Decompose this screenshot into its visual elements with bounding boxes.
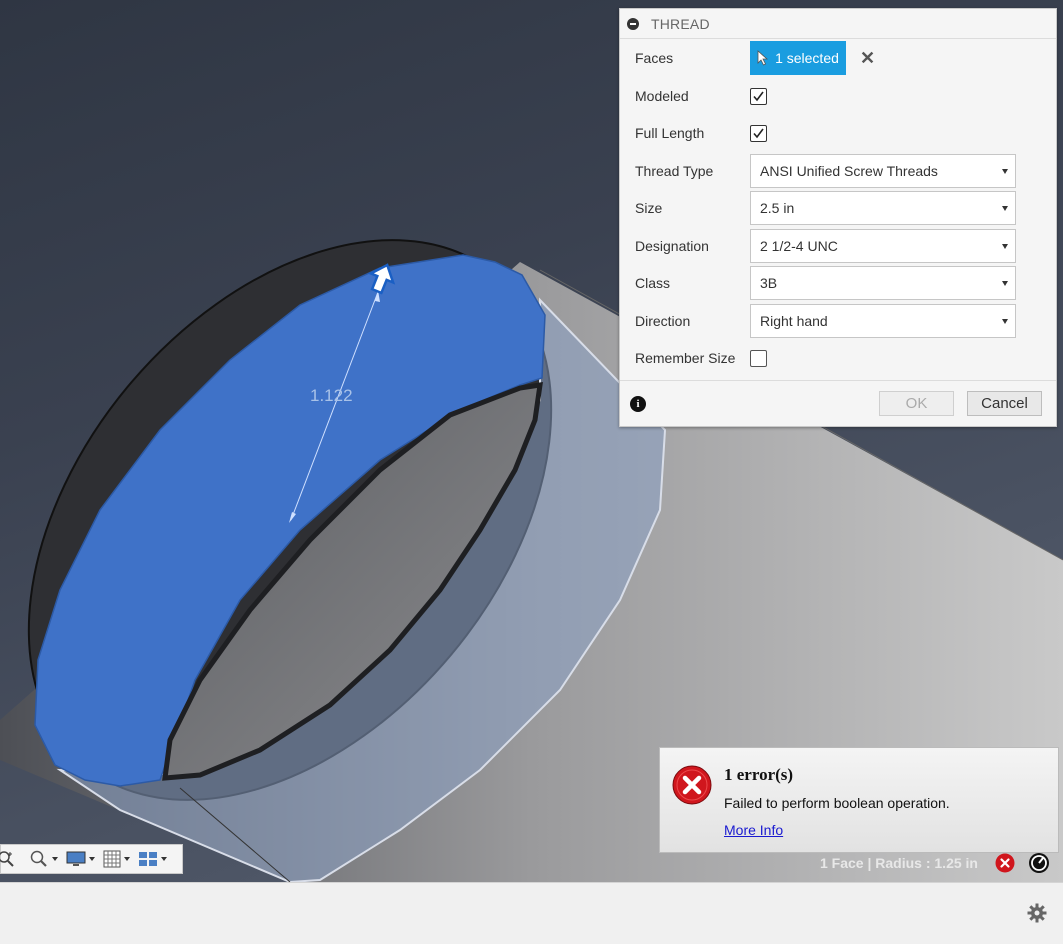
class-dropdown[interactable]: 3B bbox=[750, 266, 1016, 300]
chevron-down-icon bbox=[1002, 244, 1008, 249]
magnifier-icon bbox=[30, 850, 47, 867]
more-info-link[interactable]: More Info bbox=[724, 822, 783, 838]
checkmark-icon bbox=[753, 128, 764, 138]
direction-value: Right hand bbox=[760, 313, 828, 329]
size-value: 2.5 in bbox=[760, 200, 795, 216]
error-icon bbox=[672, 765, 712, 805]
designation-row: Designation 2 1/2-4 UNC bbox=[635, 229, 1056, 263]
grid-settings-tool[interactable] bbox=[103, 850, 130, 868]
selection-status: 1 Face | Radius : 1.25 in bbox=[820, 855, 978, 871]
size-dropdown[interactable]: 2.5 in bbox=[750, 191, 1016, 225]
modeled-checkbox[interactable] bbox=[750, 87, 767, 105]
navigation-toolbar bbox=[0, 844, 183, 874]
remember-size-label: Remember Size bbox=[635, 350, 736, 366]
grid-icon bbox=[103, 850, 121, 868]
viewports-icon bbox=[139, 852, 157, 866]
gear-icon[interactable] bbox=[1027, 903, 1047, 923]
full-length-checkbox[interactable] bbox=[750, 124, 767, 142]
size-label: Size bbox=[635, 200, 663, 216]
direction-dropdown[interactable]: Right hand bbox=[750, 304, 1016, 338]
dimension-label[interactable]: 1.122 bbox=[310, 386, 353, 406]
performance-gauge-icon[interactable] bbox=[1028, 852, 1050, 874]
error-status-icon[interactable] bbox=[995, 853, 1015, 873]
ok-button[interactable]: OK bbox=[879, 391, 954, 416]
modeled-label: Modeled bbox=[635, 88, 689, 104]
dialog-title: THREAD bbox=[651, 15, 710, 32]
thread-type-value: ANSI Unified Screw Threads bbox=[760, 163, 938, 179]
zoom-fit-tool[interactable] bbox=[0, 850, 15, 868]
chevron-down-icon bbox=[161, 857, 167, 861]
viewports-tool[interactable] bbox=[138, 850, 167, 868]
cancel-button[interactable]: Cancel bbox=[967, 391, 1042, 416]
chevron-down-icon bbox=[1002, 206, 1008, 211]
thread-type-dropdown[interactable]: ANSI Unified Screw Threads bbox=[750, 154, 1016, 188]
info-icon[interactable]: i bbox=[630, 396, 646, 412]
error-notification: 1 error(s) Failed to perform boolean ope… bbox=[659, 747, 1059, 853]
display-settings-tool[interactable] bbox=[66, 850, 95, 868]
modeled-row: Modeled bbox=[635, 79, 1056, 113]
faces-row: Faces 1 selected ✕ bbox=[635, 41, 1056, 75]
chevron-down-icon bbox=[1002, 281, 1008, 286]
chevron-down-icon bbox=[1002, 319, 1008, 324]
class-value: 3B bbox=[760, 275, 778, 291]
faces-label: Faces bbox=[635, 50, 674, 66]
chevron-down-icon bbox=[1002, 169, 1008, 174]
checkmark-icon bbox=[753, 91, 764, 101]
remember-size-row: Remember Size bbox=[635, 341, 1056, 375]
remember-size-checkbox[interactable] bbox=[750, 349, 767, 367]
faces-selection-text: 1 selected bbox=[775, 50, 839, 66]
chevron-down-icon bbox=[124, 857, 130, 861]
thread-type-row: Thread Type ANSI Unified Screw Threads bbox=[635, 154, 1056, 188]
monitor-icon bbox=[66, 851, 86, 866]
dialog-header[interactable]: THREAD bbox=[620, 9, 1056, 39]
error-title: 1 error(s) bbox=[724, 765, 794, 784]
dialog-footer: i OK Cancel bbox=[620, 380, 1056, 426]
clear-selection-icon[interactable]: ✕ bbox=[860, 49, 875, 67]
zoom-tool[interactable] bbox=[29, 850, 58, 868]
designation-dropdown[interactable]: 2 1/2-4 UNC bbox=[750, 229, 1016, 263]
cursor-icon bbox=[757, 50, 769, 66]
chevron-down-icon bbox=[89, 857, 95, 861]
size-row: Size 2.5 in bbox=[635, 191, 1056, 225]
thread-dialog: THREAD Faces 1 selected ✕ Modeled Full L… bbox=[619, 8, 1057, 427]
direction-label: Direction bbox=[635, 313, 691, 329]
full-length-label: Full Length bbox=[635, 125, 705, 141]
error-message: Failed to perform boolean operation. bbox=[724, 795, 950, 811]
collapse-icon[interactable] bbox=[627, 17, 639, 30]
faces-selection-button[interactable]: 1 selected bbox=[750, 41, 846, 75]
class-label: Class bbox=[635, 275, 671, 291]
zoom-window-icon bbox=[0, 851, 14, 867]
designation-value: 2 1/2-4 UNC bbox=[760, 238, 838, 254]
full-length-row: Full Length bbox=[635, 116, 1056, 150]
thread-type-label: Thread Type bbox=[635, 163, 714, 179]
chevron-down-icon bbox=[52, 857, 58, 861]
direction-row: Direction Right hand bbox=[635, 304, 1056, 338]
designation-label: Designation bbox=[635, 238, 709, 254]
class-row: Class 3B bbox=[635, 266, 1056, 300]
timeline-bar bbox=[0, 882, 1063, 944]
